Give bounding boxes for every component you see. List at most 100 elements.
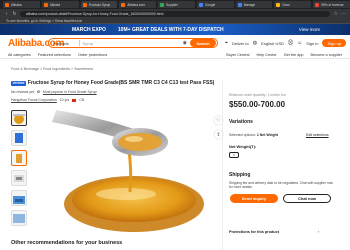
nav-buyer-central[interactable]: Buyer Central — [226, 53, 249, 57]
tab-label: Docs — [282, 2, 290, 7]
breadcrumb[interactable]: Food & Beverage > Food Ingredients > Swe… — [11, 67, 93, 71]
promo-banner[interactable]: MARCH EXPO 10M+ GREAT DEALS WITH 7-DAY D… — [0, 24, 350, 35]
browser-tab[interactable]: Alibaba — [3, 1, 40, 8]
supplier-years: 10 yrs — [59, 98, 70, 102]
tab-label: Manage — [243, 2, 256, 7]
china-flag-icon — [72, 98, 77, 102]
thumbnail-warehouse[interactable] — [11, 190, 27, 206]
tab-label: Supplier — [166, 2, 178, 7]
send-inquiry-button[interactable]: Send inquiry — [230, 194, 278, 203]
browser-tab[interactable]: Google — [196, 1, 234, 8]
protections-heading: Protections for this product — [229, 230, 279, 234]
nav-help-center[interactable]: Help Center — [256, 53, 276, 57]
net-weight-option[interactable]: 1 — [229, 152, 239, 158]
browser-tab[interactable]: Manage — [235, 1, 273, 8]
refresh-icon[interactable]: ↻ — [12, 11, 17, 17]
product-title: Verified Fructose Syrup for Honey Food G… — [11, 80, 216, 86]
verified-badge: Verified — [11, 80, 26, 86]
selected-options: Selected options: 1 Net Weight — [229, 133, 278, 137]
banner-expo: MARCH EXPO — [72, 26, 106, 33]
browser-toolbar: ‹ ↻ alibaba.com/product-detail/Fructose-… — [0, 9, 350, 18]
search-input[interactable]: Syrup — [83, 41, 183, 46]
supplier-name[interactable]: Hangzhou Focus Corporation — [11, 98, 57, 102]
nav-all-categories[interactable]: All categories — [8, 53, 31, 57]
product-title-text: Fructose Syrup for Honey Food Grade(BS S… — [27, 80, 215, 86]
nav-get-app[interactable]: Get the app — [284, 53, 304, 57]
tab-label: 95% of revenue — [321, 2, 344, 7]
tab-favicon-icon — [121, 2, 126, 7]
main-product-image[interactable]: ♡ ⇪ — [36, 108, 226, 238]
reviews-text: No reviews yet — [11, 90, 34, 94]
supplier-line: Hangzhou Focus Corporation 10 yrs CN — [11, 98, 84, 102]
browser-tab[interactable]: Supplier — [158, 1, 195, 8]
tab-favicon-icon — [237, 2, 242, 7]
browser-tab[interactable]: Alibaba — [41, 1, 79, 8]
tab-label: Alibaba — [49, 2, 61, 7]
address-bar[interactable]: alibaba.com/product-detail/Fructose-Syru… — [20, 10, 330, 17]
edit-selections-link[interactable]: Edit selections — [306, 133, 329, 137]
tab-favicon-icon — [82, 2, 87, 7]
nav-become-supplier[interactable]: Become a supplier — [311, 53, 342, 57]
search-divider — [79, 40, 80, 46]
selected-options-value: 1 Net Weight — [256, 133, 278, 137]
variations-heading: Variations — [229, 119, 253, 125]
cart-icon[interactable]: ⛒ — [288, 40, 293, 46]
nav-featured[interactable]: Featured selections — [38, 53, 71, 57]
header-actions: ⌖ Deliver to ◍ English·USD ⛒ ☺ Sign in S… — [225, 39, 347, 47]
supplier-country: CN — [79, 98, 85, 102]
thumbnail-list — [11, 110, 27, 226]
browser-tab-bar: Alibaba Alibaba Fructose Syrup Alibaba.com S… — [0, 0, 350, 9]
selected-options-label: Selected options: — [229, 133, 256, 137]
nav-order-protections[interactable]: Order protections — [78, 53, 107, 57]
sign-in-link[interactable]: Sign in — [306, 41, 318, 46]
tab-label: Google — [204, 2, 216, 7]
thumbnail-factory[interactable] — [11, 210, 27, 226]
tab-favicon-icon — [276, 2, 281, 7]
site-header: Alibaba.com Products Syrup ◉ Search ⌖ De… — [0, 35, 350, 51]
tab-label: Alibaba — [11, 2, 22, 7]
tab-favicon-icon — [315, 2, 320, 7]
user-icon[interactable]: ☺ — [297, 40, 302, 46]
tab-label: Alibaba.com — [127, 2, 145, 7]
honey-syrup-image — [36, 108, 226, 238]
thumbnail-syrup-bottle[interactable] — [11, 150, 27, 166]
other-recommendations-heading: Other recommendations for your business — [11, 240, 123, 246]
camera-icon[interactable]: ◉ — [183, 40, 187, 46]
search-category-select[interactable]: Products — [53, 41, 79, 46]
product-meta: No reviews yet ✪ Most popular in Food Gr… — [11, 90, 97, 94]
language-selector[interactable]: English·USD — [261, 41, 284, 46]
browser-tab[interactable]: 95% of revenue — [313, 1, 350, 8]
back-icon[interactable]: ‹ — [4, 11, 9, 17]
thumbnail-honey-spoon[interactable] — [11, 110, 27, 126]
banner-deals: 10M+ GREAT DEALS WITH 7-DAY DISPATCH — [117, 26, 224, 33]
shipping-heading: Shipping — [229, 172, 251, 178]
tab-favicon-icon — [160, 2, 165, 7]
tab-favicon-icon — [198, 2, 203, 7]
chat-now-button[interactable]: Chat now — [283, 194, 331, 203]
browser-tab[interactable]: Alibaba.com — [119, 1, 157, 8]
ranking-link[interactable]: Most popular in Food Grade Syrup — [43, 90, 97, 94]
thumbnail-packaging[interactable] — [11, 170, 27, 186]
tab-favicon-icon — [43, 2, 48, 7]
tab-label: Fructose Syrup — [88, 2, 111, 7]
shipping-text: Shipping fee and delivery date to be neg… — [229, 181, 333, 189]
banner-view-more[interactable]: View more — [299, 27, 320, 32]
search-button[interactable]: Search — [190, 39, 216, 47]
trophy-icon: ✪ — [36, 90, 40, 94]
thumbnail-syrup-drum[interactable] — [11, 130, 27, 146]
category-nav: All categories Featured selections Order… — [0, 51, 350, 59]
location-icon[interactable]: ⌖ — [225, 40, 228, 46]
sign-up-button[interactable]: Sign up — [322, 39, 347, 47]
search-button-label: Search — [196, 40, 210, 46]
deliver-to[interactable]: Deliver to — [232, 41, 249, 46]
star-icon[interactable]: ☆ — [333, 11, 338, 17]
browser-tab[interactable]: Docs — [274, 1, 312, 8]
menu-icon[interactable]: ⋯ — [341, 11, 346, 17]
search-bar: Products Syrup ◉ Search — [48, 38, 218, 48]
browser-tab[interactable]: Fructose Syrup — [80, 1, 118, 8]
moq-text: Minimum order quantity: 1 metric ton — [229, 93, 286, 97]
purchase-panel: Minimum order quantity: 1 metric ton $55… — [222, 80, 342, 250]
globe-icon[interactable]: ◍ — [253, 40, 257, 46]
price-range: $550.00-700.00 — [229, 100, 286, 109]
protections-chevron-icon[interactable]: › — [318, 230, 319, 234]
